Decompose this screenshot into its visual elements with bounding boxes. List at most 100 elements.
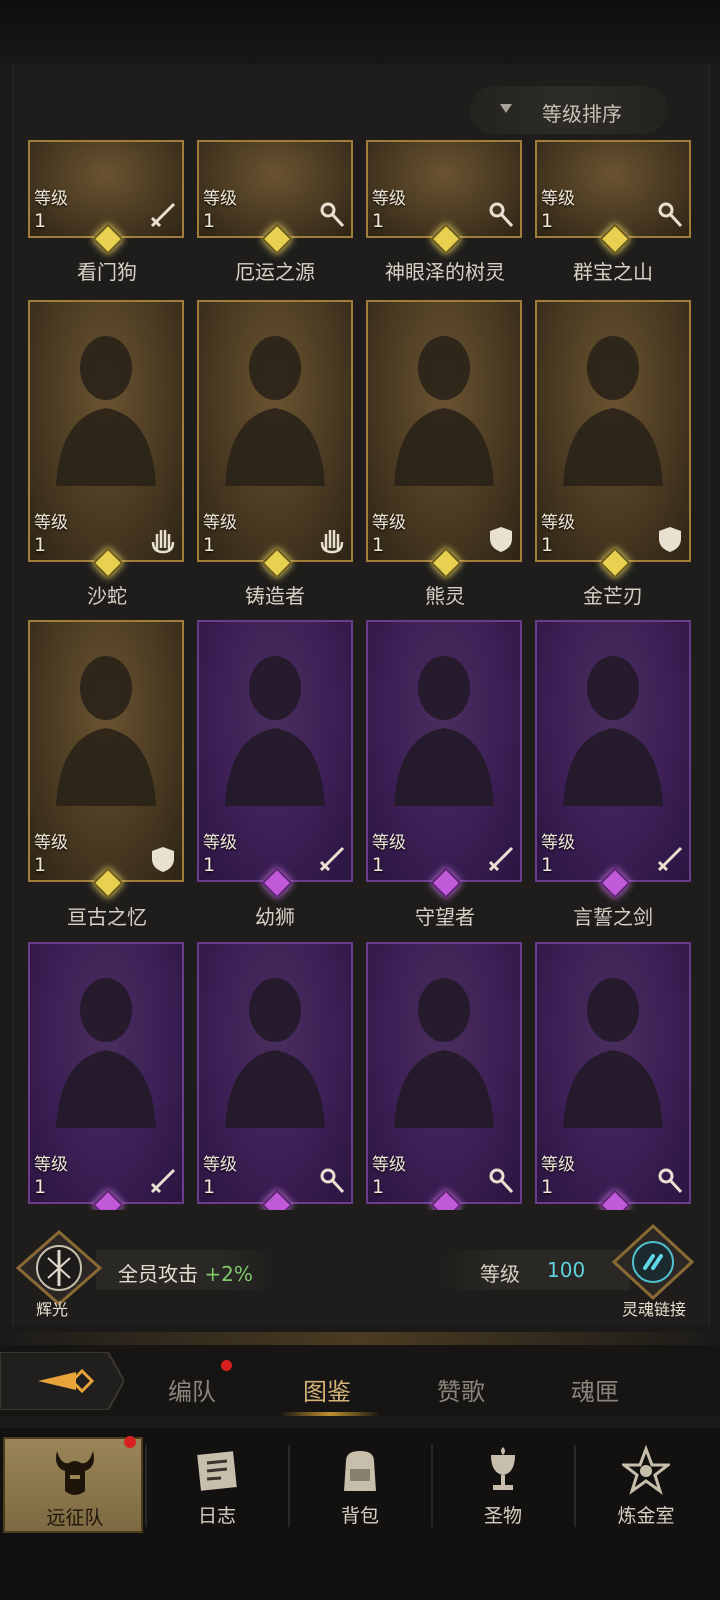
level-value: 1	[203, 210, 216, 232]
shield-icon	[659, 527, 681, 552]
level-label: 等级	[541, 189, 575, 209]
nav-journal[interactable]: 日志	[147, 1437, 287, 1533]
sword-icon	[657, 846, 683, 872]
hero-portrait	[225, 656, 325, 806]
nav-label: 圣物	[483, 1505, 522, 1527]
hero-portrait	[225, 978, 325, 1128]
sword-icon	[319, 846, 345, 872]
hero-card[interactable]: 等级 1	[197, 620, 353, 899]
sort-by-level-button[interactable]: 等级排序	[470, 86, 668, 134]
scroll-icon	[197, 1451, 237, 1491]
level-label: 等级	[372, 513, 406, 533]
nav-label: 远征队	[46, 1507, 104, 1529]
hero-name: 熊灵	[425, 584, 465, 608]
rarity-gem-icon	[261, 547, 293, 579]
rarity-gem-icon	[599, 223, 631, 255]
nav-relics[interactable]: 圣物	[433, 1437, 573, 1533]
hero-name: 神眼泽的树灵	[385, 260, 505, 284]
staff-icon	[658, 202, 683, 228]
active-tab-indicator	[280, 1412, 380, 1416]
bonus-label: 全员攻击	[118, 1262, 198, 1286]
rarity-gem-icon	[92, 867, 124, 899]
hero-card[interactable]: 等级 1	[28, 140, 184, 255]
soul-link-label: 灵魂链接	[622, 1300, 687, 1319]
tab-hymn[interactable]: 赞歌	[437, 1372, 485, 1407]
hero-card[interactable]: 等级 1	[535, 140, 691, 255]
level-label: 等级	[34, 1155, 68, 1175]
tab-formation[interactable]: 编队	[168, 1372, 216, 1407]
nav-label: 日志	[197, 1505, 236, 1527]
level-value: 1	[34, 534, 47, 556]
level-label: 等级	[34, 513, 68, 533]
hero-portrait	[394, 656, 494, 806]
hero-card[interactable]: 等级 1	[366, 140, 522, 255]
tab-codex[interactable]: 图鉴	[303, 1372, 351, 1407]
shield-icon	[490, 527, 512, 552]
soul-link-icon[interactable]	[610, 1222, 696, 1302]
level-strip	[440, 1250, 630, 1290]
nav-alchemy[interactable]: 炼金室	[576, 1437, 716, 1533]
staff-icon	[320, 1168, 345, 1194]
level-value: 1	[34, 854, 47, 876]
hero-card[interactable]: 等级 1	[535, 620, 691, 899]
level-value: 1	[541, 1176, 554, 1198]
rarity-gem-icon	[261, 1189, 293, 1210]
total-level-value: 100	[547, 1258, 586, 1282]
hero-card[interactable]: 等级 1	[535, 942, 691, 1210]
rarity-gem-icon	[261, 867, 293, 899]
hero-portrait	[56, 336, 156, 486]
hero-card[interactable]: 等级 1	[197, 300, 353, 579]
nav-label: 背包	[340, 1505, 379, 1527]
rarity-gem-icon	[92, 547, 124, 579]
shield-icon	[152, 847, 174, 872]
alchemy-icon	[622, 1445, 670, 1495]
hero-portrait	[56, 978, 156, 1128]
level-value: 1	[203, 1176, 216, 1198]
level-value: 1	[34, 1176, 47, 1198]
hero-portrait	[563, 336, 663, 486]
level-label: 等级	[203, 833, 237, 853]
triangle-down-icon	[500, 104, 512, 113]
level-value: 1	[541, 210, 554, 232]
level-label: 等级	[541, 513, 575, 533]
rarity-gem-icon	[430, 547, 462, 579]
hero-card[interactable]: 等级 1	[535, 300, 691, 579]
level-label: 等级	[203, 189, 237, 209]
nav-label: 炼金室	[617, 1505, 675, 1527]
hero-card[interactable]: 等级 1	[366, 620, 522, 899]
hero-portrait	[394, 978, 494, 1128]
sword-icon	[488, 846, 514, 872]
hero-card[interactable]: 等级 1	[366, 300, 522, 579]
bonus-text: 全员攻击 +2%	[118, 1258, 253, 1287]
palm-icon	[320, 530, 344, 554]
level-label: 等级	[541, 1155, 575, 1175]
hero-name: 铸造者	[245, 584, 305, 608]
rarity-gem-icon	[92, 223, 124, 255]
hero-portrait	[563, 656, 663, 806]
level-label: 等级	[203, 1155, 237, 1175]
hero-card[interactable]: 等级 1	[197, 942, 353, 1210]
level-value: 1	[372, 210, 385, 232]
hero-card[interactable]: 等级 1	[366, 942, 522, 1210]
hero-card[interactable]: 等级 1	[28, 620, 184, 899]
horned-helmet-icon	[56, 1451, 94, 1495]
hero-card[interactable]: 等级 1	[28, 300, 184, 579]
hero-name: 幼狮	[255, 905, 295, 929]
tab-soul-box[interactable]: 魂匣	[571, 1372, 619, 1407]
hero-name: 厄运之源	[235, 260, 315, 284]
nav-expedition[interactable]: 远征队	[3, 1437, 143, 1533]
rarity-gem-icon	[599, 547, 631, 579]
hero-name: 沙蛇	[87, 584, 127, 608]
hero-card[interactable]: 等级 1	[197, 140, 353, 255]
back-arrow-button[interactable]	[0, 1352, 124, 1410]
nav-backpack[interactable]: 背包	[290, 1437, 430, 1533]
staff-icon	[658, 1168, 683, 1194]
hero-name: 群宝之山	[573, 260, 653, 284]
level-value: 1	[203, 854, 216, 876]
rarity-gem-icon	[430, 223, 462, 255]
backpack-icon	[344, 1451, 376, 1491]
rarity-gem-icon	[430, 867, 462, 899]
staff-icon	[489, 1168, 514, 1194]
level-label: 等级	[34, 833, 68, 853]
hero-card[interactable]: 等级 1	[28, 942, 184, 1210]
